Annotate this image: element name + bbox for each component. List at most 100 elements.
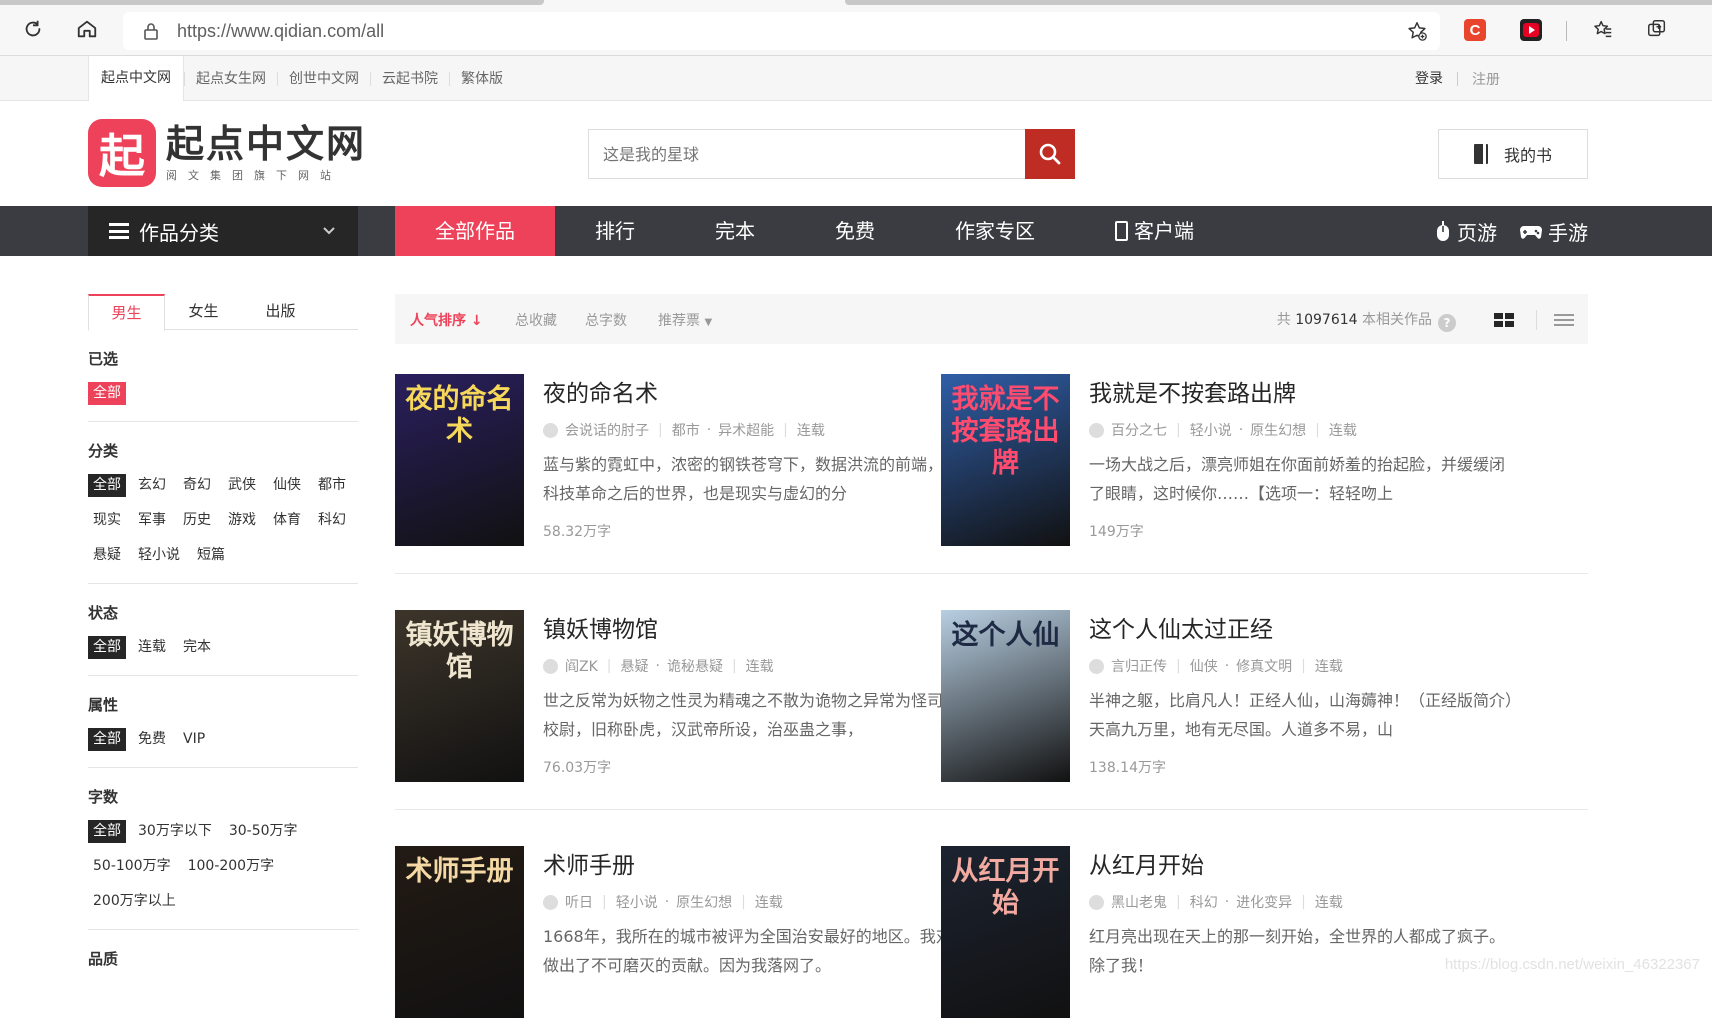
book-title[interactable]: 镇妖博物馆 xyxy=(543,616,973,644)
category-menu-button[interactable]: 作品分类 xyxy=(88,206,358,256)
filter-tag[interactable]: 30万字以下 xyxy=(133,820,217,843)
toplink-chuangshi[interactable]: 创世中文网 xyxy=(277,71,370,86)
filter-tag[interactable]: 游戏 xyxy=(223,509,261,532)
tab-left[interactable] xyxy=(0,0,544,5)
book-subcategory[interactable]: 进化变异 xyxy=(1236,892,1292,912)
sort-collections[interactable]: 总收藏 xyxy=(515,310,557,330)
nav-ranking[interactable]: 排行 xyxy=(555,206,675,256)
filter-tag[interactable]: 全部 xyxy=(88,636,126,659)
tab-publish[interactable]: 出版 xyxy=(242,294,319,329)
extension-youtube-icon[interactable] xyxy=(1520,19,1542,41)
book-category[interactable]: 仙侠 xyxy=(1190,656,1218,676)
toplink-qidian[interactable]: 起点中文网 xyxy=(88,56,184,101)
tab-right[interactable] xyxy=(845,0,1712,5)
book-title[interactable]: 这个人仙太过正经 xyxy=(1089,616,1519,644)
book-subcategory[interactable]: 诡秘悬疑 xyxy=(667,656,723,676)
book-author[interactable]: 会说话的肘子 xyxy=(565,420,649,440)
book-category[interactable]: 科幻 xyxy=(1190,892,1218,912)
filter-tag[interactable]: 完本 xyxy=(178,636,216,659)
tab-female[interactable]: 女生 xyxy=(165,294,242,329)
favorite-add-icon[interactable] xyxy=(1406,20,1428,46)
filter-tag[interactable]: 短篇 xyxy=(192,544,230,567)
home-icon[interactable] xyxy=(72,14,102,44)
filter-tag[interactable]: 200万字以上 xyxy=(88,890,181,913)
toplink-yunqi[interactable]: 云起书院 xyxy=(370,71,449,86)
filter-tag[interactable]: 武侠 xyxy=(223,474,261,497)
book-author[interactable]: 听日 xyxy=(565,892,593,912)
book-title[interactable]: 从红月开始 xyxy=(1089,852,1519,880)
toplink-qidian-girls[interactable]: 起点女生网 xyxy=(184,71,277,86)
address-bar[interactable]: https://www.qidian.com/all xyxy=(123,12,1440,50)
my-bookshelf-button[interactable]: 我的书 xyxy=(1438,129,1588,179)
site-logo[interactable]: 起 起点中文网 阅文集团旗下网站 xyxy=(88,119,366,187)
book-cover[interactable]: 术师手册 xyxy=(395,846,524,1018)
book-category[interactable]: 轻小说 xyxy=(616,892,658,912)
book-cover[interactable]: 夜的命名术 xyxy=(395,374,524,546)
lock-icon[interactable] xyxy=(143,22,159,44)
filter-tag[interactable]: 50-100万字 xyxy=(88,855,176,878)
book-subcategory[interactable]: 原生幻想 xyxy=(676,892,732,912)
book-category[interactable]: 悬疑 xyxy=(621,656,649,676)
url-text[interactable]: https://www.qidian.com/all xyxy=(177,21,384,42)
filter-tag[interactable]: 全部 xyxy=(88,820,126,843)
filter-tag[interactable]: 都市 xyxy=(313,474,351,497)
filter-tag[interactable]: 体育 xyxy=(268,509,306,532)
sort-popularity[interactable]: 人气排序 ↓ xyxy=(410,310,483,330)
filter-tag[interactable]: 科幻 xyxy=(313,509,351,532)
selected-tag[interactable]: 全部 xyxy=(88,382,126,405)
book-cover[interactable]: 我就是不按套路出牌 xyxy=(941,374,1070,546)
filter-tag[interactable]: 免费 xyxy=(133,728,171,751)
book-cover[interactable]: 这个人仙 xyxy=(941,610,1070,782)
book-subcategory[interactable]: 原生幻想 xyxy=(1250,420,1306,440)
favorites-icon[interactable] xyxy=(1588,14,1618,44)
nav-web-games[interactable]: 页游 xyxy=(1434,217,1497,246)
list-view-icon[interactable] xyxy=(1554,314,1574,326)
book-subcategory[interactable]: 修真文明 xyxy=(1236,656,1292,676)
book-title[interactable]: 夜的命名术 xyxy=(543,380,973,408)
book-author[interactable]: 黑山老鬼 xyxy=(1111,892,1167,912)
book-subcategory[interactable]: 异术超能 xyxy=(718,420,774,440)
nav-mobile-games[interactable]: 手游 xyxy=(1519,217,1588,246)
filter-tag[interactable]: 30-50万字 xyxy=(224,820,303,843)
book-author[interactable]: 阎ZK xyxy=(565,656,598,676)
book-author[interactable]: 百分之七 xyxy=(1111,420,1167,440)
help-icon[interactable]: ? xyxy=(1438,314,1456,332)
filter-tag[interactable]: 玄幻 xyxy=(133,474,171,497)
filter-tag[interactable]: 连载 xyxy=(133,636,171,659)
grid-view-icon[interactable] xyxy=(1494,313,1514,327)
collections-icon[interactable] xyxy=(1642,14,1672,44)
filter-tag[interactable]: 奇幻 xyxy=(178,474,216,497)
filter-tag[interactable]: 轻小说 xyxy=(133,544,185,567)
nav-author-zone[interactable]: 作家专区 xyxy=(915,206,1075,256)
filter-tag[interactable]: 现实 xyxy=(88,509,126,532)
reload-icon[interactable] xyxy=(18,14,48,44)
book-title[interactable]: 术师手册 xyxy=(543,852,973,880)
filter-tag[interactable]: 全部 xyxy=(88,728,126,751)
book-author[interactable]: 言归正传 xyxy=(1111,656,1167,676)
extension-c-icon[interactable]: C xyxy=(1464,19,1486,41)
filter-tag[interactable]: VIP xyxy=(178,728,210,751)
filter-tag[interactable]: 全部 xyxy=(88,474,126,497)
search-button[interactable] xyxy=(1025,129,1075,179)
filter-tag[interactable]: 仙侠 xyxy=(268,474,306,497)
toplink-traditional[interactable]: 繁体版 xyxy=(449,71,514,86)
tab-male[interactable]: 男生 xyxy=(88,294,165,331)
nav-client[interactable]: 客户端 xyxy=(1075,206,1234,256)
nav-all-works[interactable]: 全部作品 xyxy=(395,206,555,256)
filter-tag[interactable]: 悬疑 xyxy=(88,544,126,567)
sort-word-count[interactable]: 总字数 xyxy=(585,310,627,330)
book-cover[interactable]: 镇妖博物馆 xyxy=(395,610,524,782)
book-title[interactable]: 我就是不按套路出牌 xyxy=(1089,380,1519,408)
filter-tag[interactable]: 军事 xyxy=(133,509,171,532)
nav-free[interactable]: 免费 xyxy=(795,206,915,256)
register-link[interactable]: 注册 xyxy=(1458,69,1500,89)
filter-tag[interactable]: 历史 xyxy=(178,509,216,532)
search-input[interactable] xyxy=(588,129,1025,179)
book-category[interactable]: 轻小说 xyxy=(1190,420,1232,440)
book-category[interactable]: 都市 xyxy=(672,420,700,440)
book-cover[interactable]: 从红月开始 xyxy=(941,846,1070,1018)
sort-recommend-dropdown[interactable]: 推荐票 ▼ xyxy=(658,310,712,330)
nav-finished[interactable]: 完本 xyxy=(675,206,795,256)
login-link[interactable]: 登录 xyxy=(1415,71,1458,86)
filter-tag[interactable]: 100-200万字 xyxy=(183,855,280,878)
